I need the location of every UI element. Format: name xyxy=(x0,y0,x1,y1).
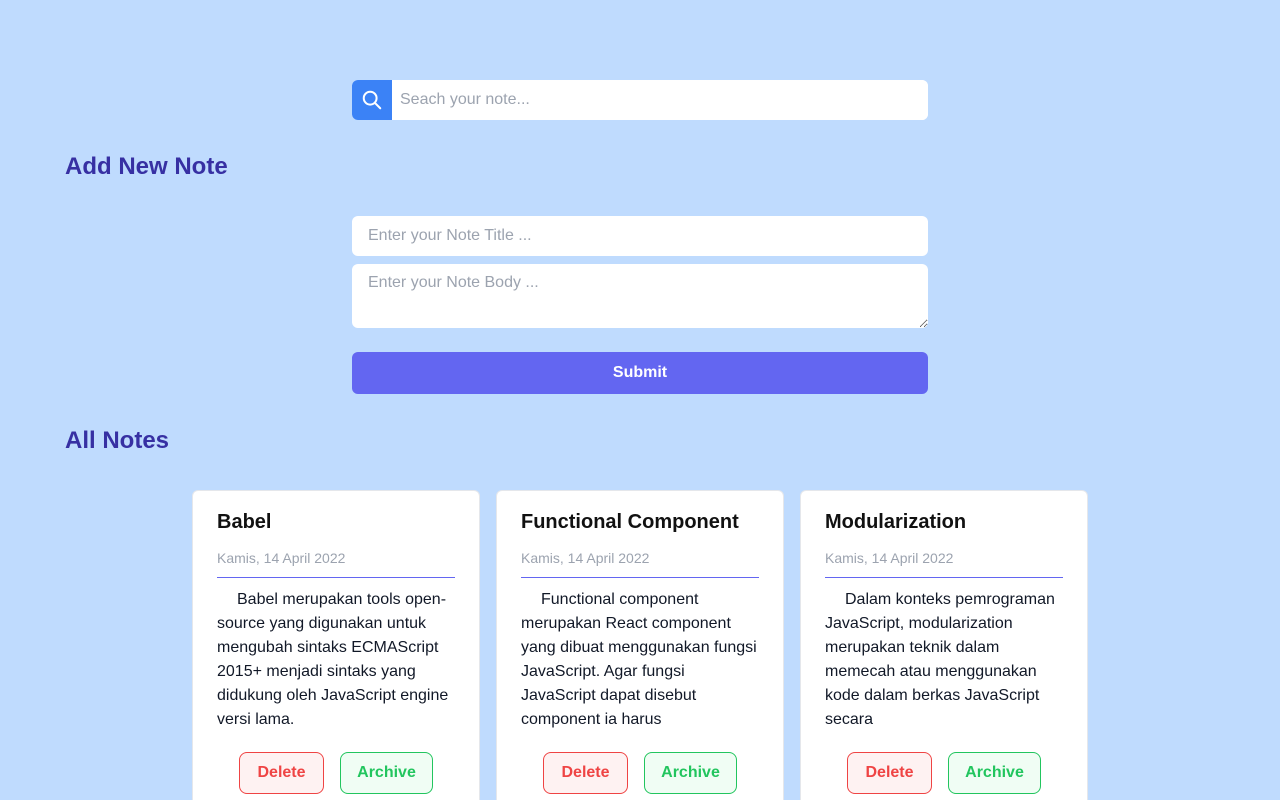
notes-list: Babel Kamis, 14 April 2022 Babel merupak… xyxy=(192,490,1088,800)
search-button[interactable] xyxy=(352,80,392,120)
all-notes-heading: All Notes xyxy=(65,427,170,454)
submit-button[interactable]: Submit xyxy=(352,352,928,394)
note-actions: Delete Archive xyxy=(217,752,455,794)
add-note-heading: Add New Note xyxy=(65,153,228,180)
search-icon xyxy=(362,90,382,110)
note-date: Kamis, 14 April 2022 xyxy=(521,549,759,578)
note-title: Modularization xyxy=(825,511,967,533)
note-card: Modularization Kamis, 14 April 2022 Dala… xyxy=(800,490,1088,800)
note-title: Functional Component xyxy=(521,511,739,533)
search-input[interactable] xyxy=(392,80,928,120)
archive-button[interactable]: Archive xyxy=(644,752,737,794)
note-date: Kamis, 14 April 2022 xyxy=(825,549,1063,578)
note-body: Functional component merupakan React com… xyxy=(521,591,757,728)
note-body-input[interactable] xyxy=(352,264,928,328)
note-card: Functional Component Kamis, 14 April 202… xyxy=(496,490,784,800)
archive-button[interactable]: Archive xyxy=(340,752,433,794)
note-title-input[interactable] xyxy=(352,216,928,256)
delete-button[interactable]: Delete xyxy=(543,752,628,794)
note-actions: Delete Archive xyxy=(521,752,759,794)
delete-button[interactable]: Delete xyxy=(847,752,932,794)
notes-app: Add New Note Submit All Notes Babel Kami… xyxy=(0,0,1280,800)
search-bar xyxy=(352,80,928,120)
note-title: Babel xyxy=(217,511,272,533)
delete-button[interactable]: Delete xyxy=(239,752,324,794)
archive-button[interactable]: Archive xyxy=(948,752,1041,794)
note-body: Babel merupakan tools open-source yang d… xyxy=(217,591,449,728)
note-body: Dalam konteks pemrograman JavaScript, mo… xyxy=(825,591,1055,728)
note-date: Kamis, 14 April 2022 xyxy=(217,549,455,578)
note-card: Babel Kamis, 14 April 2022 Babel merupak… xyxy=(192,490,480,800)
note-actions: Delete Archive xyxy=(825,752,1063,794)
